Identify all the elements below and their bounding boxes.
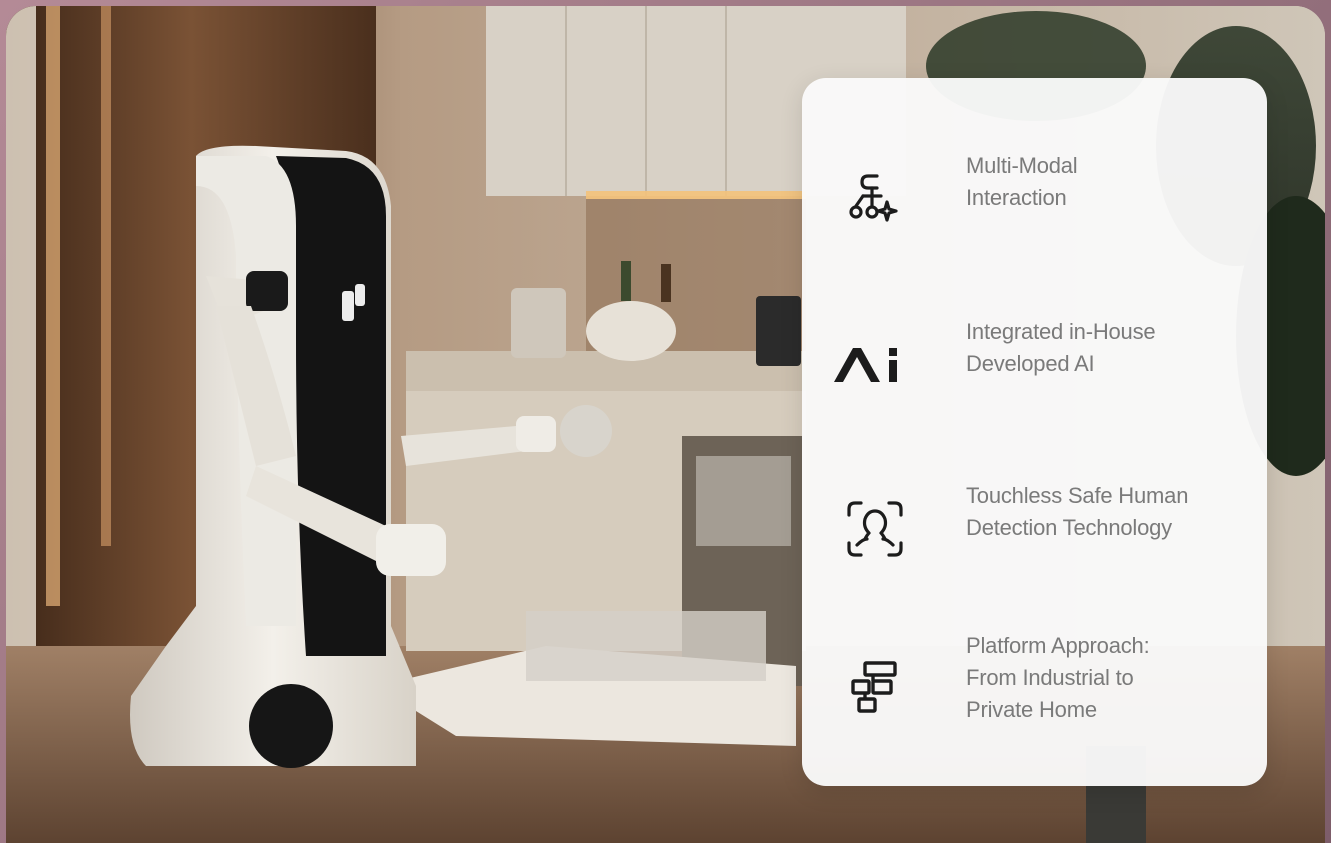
feature-label-detection: Touchless Safe Human Detection Technolog… — [966, 483, 1189, 540]
features-card: Multi-Modal Interaction Integrated in-Ho… — [802, 78, 1267, 786]
feature-label-multi-modal: Multi-Modal Interaction — [966, 153, 1078, 210]
feature-label-platform: Platform Approach: From Industrial to Pr… — [966, 633, 1150, 722]
platform-icon — [830, 642, 920, 732]
feature-detection: Touchless Safe Human Detection Technolog… — [802, 478, 1267, 578]
feature-ai: Integrated in-House Developed AI — [802, 314, 1267, 414]
feature-multi-modal: Multi-Modal Interaction — [802, 148, 1267, 248]
feature-platform: Platform Approach: From Industrial to Pr… — [802, 630, 1267, 750]
hero-image: Multi-Modal Interaction Integrated in-Ho… — [6, 6, 1325, 843]
multi-modal-icon — [830, 153, 920, 243]
feature-label-ai: Integrated in-House Developed AI — [966, 319, 1156, 376]
face-detection-icon — [830, 484, 920, 574]
ai-logo-icon — [830, 319, 920, 409]
page-frame: Multi-Modal Interaction Integrated in-Ho… — [0, 0, 1331, 843]
